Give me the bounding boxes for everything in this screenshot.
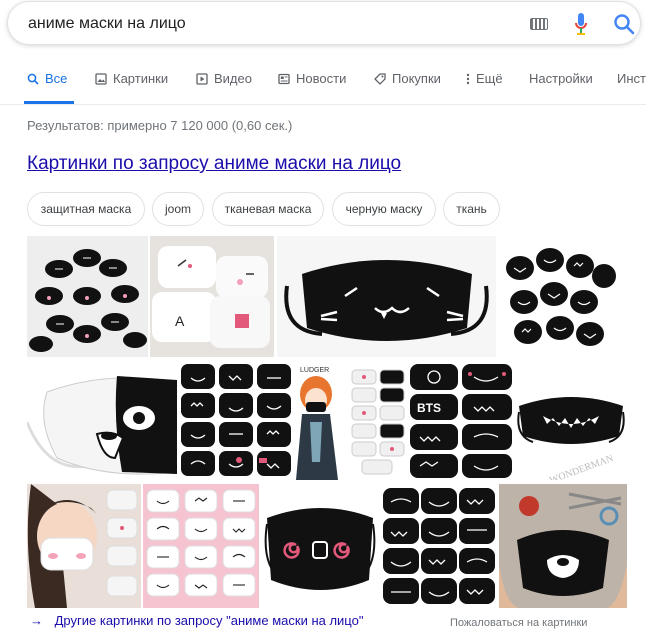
chip-joom[interactable]: joom: [152, 192, 204, 226]
white-masks-image: A: [152, 246, 270, 348]
bts-masks-image: BTS: [410, 364, 512, 478]
search-box[interactable]: аниме маски на лицо: [7, 1, 641, 45]
grid-masks-image: [181, 364, 291, 476]
tab-news[interactable]: Новости: [278, 71, 346, 86]
watermark-label: WONDERMAN: [548, 453, 615, 480]
tab-label: Настройки: [529, 71, 593, 86]
tag-icon: [374, 72, 386, 85]
tab-more[interactable]: Ещё: [466, 71, 503, 86]
image-result-1[interactable]: [27, 236, 148, 357]
image-result-13[interactable]: [261, 484, 379, 608]
search-tabs: Все Картинки Видео Новости Покупки Ещё Н…: [0, 60, 646, 105]
girl-with-mask-image: [27, 484, 138, 608]
tab-label: Новости: [296, 71, 347, 86]
images-section-title[interactable]: Картинки по запросу аниме маски на лицо: [27, 153, 401, 175]
tab-label: Ещё: [476, 71, 503, 86]
tab-shopping[interactable]: Покупки: [374, 71, 441, 86]
anime-girl-image: LUDGER: [296, 367, 338, 480]
image-result-15[interactable]: [499, 484, 627, 608]
small-masks-image: [351, 369, 405, 475]
spiral-eyes-mask-image: [264, 508, 376, 590]
more-vertical-icon: [466, 73, 470, 84]
image-result-10[interactable]: WONDERMAN: [515, 362, 627, 480]
search-input[interactable]: аниме маски на лицо: [28, 15, 186, 33]
image-result-8[interactable]: [350, 362, 406, 480]
black-masks-group-image: [506, 248, 616, 346]
more-images-link[interactable]: → Другие картинки по запросу "аниме маск…: [30, 613, 363, 628]
tab-images[interactable]: Картинки: [95, 71, 168, 86]
tab-settings[interactable]: Настройки: [529, 71, 593, 86]
tab-all[interactable]: Все: [27, 71, 67, 86]
image-result-3[interactable]: [277, 236, 496, 357]
image-icon: [95, 72, 107, 85]
video-icon: [196, 72, 208, 85]
news-icon: [278, 73, 290, 84]
search-icon[interactable]: [613, 13, 635, 35]
image-result-11[interactable]: [27, 484, 141, 608]
image-result-9[interactable]: BTS: [408, 362, 514, 480]
arrow-right-icon: →: [30, 613, 43, 628]
chip-fabric-mask[interactable]: тканевая маска: [212, 192, 324, 226]
active-tab-indicator: [24, 101, 74, 104]
more-images-label: Другие картинки по запросу "аниме маски …: [54, 613, 364, 628]
image-result-14[interactable]: [381, 484, 497, 608]
panda-mask-image: [27, 376, 177, 475]
pink-bg-masks-image: [146, 489, 256, 597]
shark-teeth-mask-image: WONDERMAN: [517, 397, 625, 480]
image-result-12[interactable]: [143, 484, 259, 608]
svg-text:A: A: [175, 313, 185, 329]
report-images-link[interactable]: Пожаловаться на картинки: [450, 617, 587, 629]
chip-black-mask[interactable]: черную маску: [332, 192, 436, 226]
black-masks-set-image: [383, 488, 495, 604]
image-result-6[interactable]: [179, 362, 293, 480]
results-stats: Результатов: примерно 7 120 000 (0,60 се…: [27, 118, 293, 133]
handmade-mask-image: [499, 484, 627, 608]
image-result-2[interactable]: A: [150, 236, 274, 357]
search-icon: [27, 73, 39, 85]
tab-label: Видео: [214, 71, 252, 86]
ludger-label: LUDGER: [300, 367, 329, 374]
image-result-5[interactable]: [27, 362, 177, 480]
keyboard-icon[interactable]: [530, 18, 548, 30]
cat-face-mask-image: [284, 260, 489, 341]
tab-label: Картинки: [113, 71, 169, 86]
chip-protective-mask[interactable]: защитная маска: [27, 192, 145, 226]
tab-video[interactable]: Видео: [196, 71, 252, 86]
bts-label: BTS: [417, 401, 441, 415]
chip-fabric[interactable]: ткань: [443, 192, 500, 226]
microphone-icon[interactable]: [574, 12, 588, 36]
tab-label: Все: [45, 71, 68, 86]
image-result-4[interactable]: [498, 236, 616, 357]
tab-label: Покупки: [392, 71, 441, 86]
tab-label: Инст: [617, 71, 646, 86]
mask-circle-image: [29, 249, 147, 352]
image-result-7[interactable]: LUDGER: [294, 362, 349, 480]
tab-tools[interactable]: Инст: [617, 71, 646, 86]
